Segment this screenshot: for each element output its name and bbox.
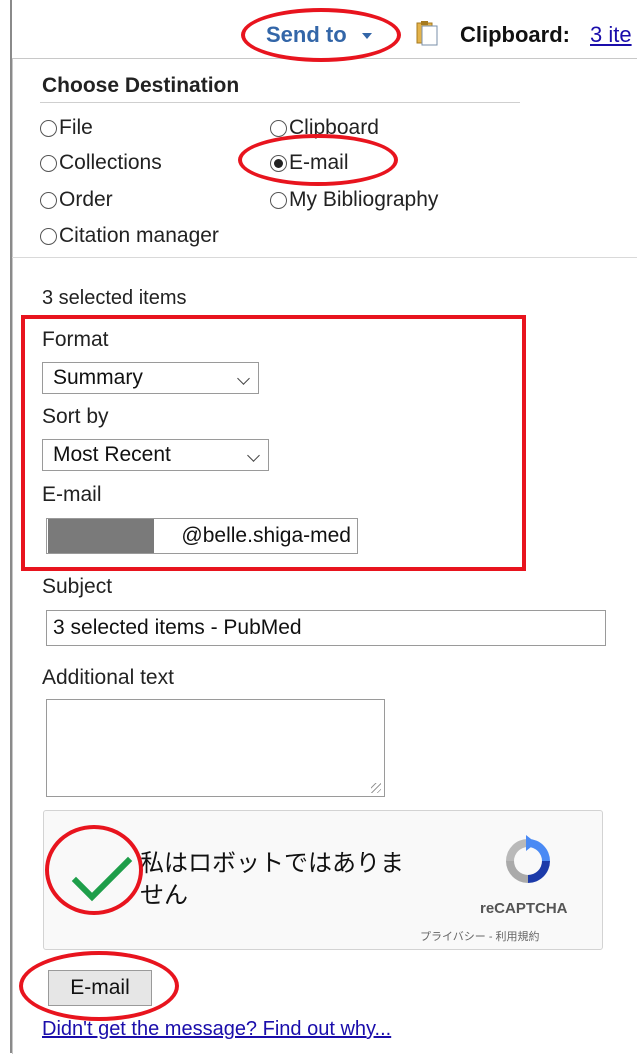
recaptcha-brand: reCAPTCHA — [480, 900, 568, 917]
additional-text-area[interactable] — [46, 699, 385, 797]
clipboard-count-link[interactable]: 3 ite — [590, 22, 632, 48]
annotation-box-form-fields — [21, 315, 526, 571]
clipboard-icon — [416, 21, 438, 46]
resize-handle-icon[interactable] — [371, 783, 381, 793]
radio-label: Citation manager — [59, 224, 219, 247]
radio-label: My Bibliography — [289, 188, 439, 211]
radio-citation-manager[interactable]: Citation manager — [40, 224, 219, 248]
selected-count-text: 3 selected items — [42, 287, 187, 309]
clipboard-label: Clipboard: — [460, 22, 570, 47]
radio-collections[interactable]: Collections — [40, 151, 162, 175]
section-divider — [12, 257, 637, 258]
annotation-ring-send-to — [241, 8, 401, 62]
radio-label: Collections — [59, 151, 162, 174]
radio-dot-icon[interactable] — [40, 119, 57, 137]
annotation-ring-email-option — [238, 134, 398, 186]
radio-label: Order — [59, 188, 113, 211]
additional-text-label: Additional text — [42, 666, 174, 689]
find-out-why-link[interactable]: Didn't get the message? Find out why... — [42, 1018, 391, 1041]
annotation-ring-checkbox — [45, 825, 143, 915]
recaptcha-logo-icon — [506, 835, 550, 883]
annotation-ring-email-button — [19, 951, 179, 1021]
radio-dot-icon[interactable] — [270, 191, 287, 209]
radio-dot-icon[interactable] — [40, 227, 57, 245]
radio-file[interactable]: File — [40, 116, 93, 140]
recaptcha-privacy-terms-links[interactable]: プライバシー - 利用規約 — [420, 928, 540, 944]
radio-dot-icon[interactable] — [270, 119, 287, 137]
outer-margin — [0, 0, 10, 1053]
radio-dot-icon[interactable] — [40, 191, 57, 209]
title-divider — [40, 102, 520, 103]
radio-my-bibliography[interactable]: My Bibliography — [270, 188, 438, 212]
subject-label: Subject — [42, 575, 113, 598]
choose-destination-title: Choose Destination — [42, 74, 240, 97]
subject-input[interactable]: 3 selected items - PubMed — [46, 610, 606, 646]
radio-dot-icon[interactable] — [40, 154, 57, 172]
recaptcha-label: 私はロボットではありません — [140, 850, 404, 909]
subject-value: 3 selected items - PubMed — [53, 616, 302, 639]
radio-label: File — [59, 116, 93, 139]
radio-order[interactable]: Order — [40, 188, 113, 212]
